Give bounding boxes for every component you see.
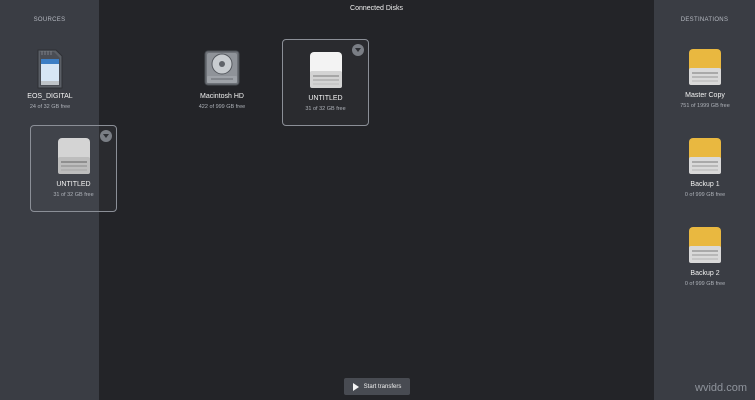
- disk-name: Macintosh HD: [200, 93, 244, 100]
- disk-name: Backup 2: [690, 270, 720, 277]
- start-transfers-button[interactable]: Start transfers: [344, 378, 410, 395]
- white-drive-icon: [307, 50, 345, 92]
- destination-disk-backup-1[interactable]: Backup 1 0 of 999 GB free: [660, 136, 750, 198]
- disk-name: EOS_DIGITAL: [27, 93, 73, 100]
- disk-free-space: 0 of 999 GB free: [684, 192, 726, 198]
- disk-menu-button[interactable]: [100, 130, 112, 142]
- yellow-drive-icon: [686, 47, 724, 89]
- connected-disk-macintosh-hd[interactable]: Macintosh HD 422 of 999 GB free: [177, 48, 267, 110]
- destinations-title: DESTINATIONS: [680, 17, 729, 23]
- yellow-drive-icon: [686, 225, 724, 267]
- disk-free-space: 0 of 999 GB free: [684, 281, 726, 287]
- sd-card-icon: [31, 48, 69, 90]
- app-window: SOURCES EOS_DIGITAL 24 of 32 GB free DES…: [0, 0, 755, 400]
- watermark: wvidd.com: [695, 382, 747, 394]
- disk-free-space: 751 of 1999 GB free: [680, 103, 730, 109]
- disk-free-space: 422 of 999 GB free: [198, 104, 246, 110]
- destination-disk-master-copy[interactable]: Master Copy 751 of 1999 GB free: [660, 47, 750, 109]
- disk-name: Master Copy: [685, 92, 725, 99]
- play-icon: [352, 382, 359, 391]
- disk-name: UNTITLED: [308, 95, 343, 102]
- page-title: Connected Disks: [350, 5, 403, 12]
- white-drive-icon: [55, 136, 93, 178]
- destination-disk-backup-2[interactable]: Backup 2 0 of 999 GB free: [660, 225, 750, 287]
- disk-name: UNTITLED: [56, 181, 91, 188]
- disk-free-space: 31 of 32 GB free: [305, 106, 346, 112]
- source-disk-untitled[interactable]: UNTITLED 31 of 32 GB free: [30, 125, 117, 212]
- disk-name: Backup 1: [690, 181, 720, 188]
- source-disk-eos-digital[interactable]: EOS_DIGITAL 24 of 32 GB free: [5, 48, 95, 110]
- yellow-drive-icon: [686, 136, 724, 178]
- start-transfers-label: Start transfers: [363, 383, 402, 390]
- internal-hard-drive-icon: [203, 48, 241, 90]
- sources-title: SOURCES: [33, 17, 66, 23]
- disk-free-space: 24 of 32 GB free: [29, 104, 71, 110]
- disk-menu-button[interactable]: [352, 44, 364, 56]
- connected-disk-untitled[interactable]: UNTITLED 31 of 32 GB free: [282, 39, 369, 126]
- disk-free-space: 31 of 32 GB free: [53, 192, 94, 198]
- destinations-panel: DESTINATIONS Master Copy 751 of 1999 GB …: [654, 0, 755, 400]
